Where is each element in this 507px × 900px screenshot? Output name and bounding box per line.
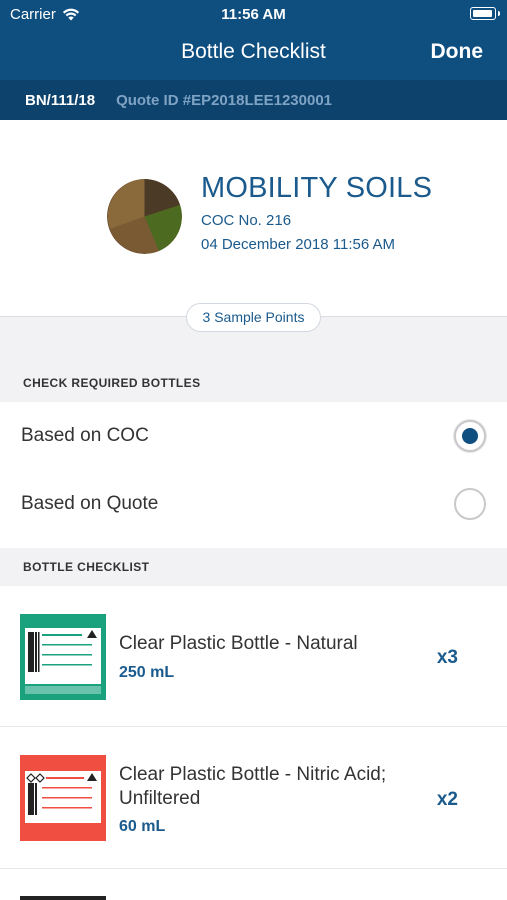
bottle-name: Clear Plastic Bottle - Nitric Acid; Unfi… — [119, 764, 387, 809]
customer-name: MOBILITY SOILS — [201, 172, 433, 204]
soil-pie-icon — [107, 179, 182, 254]
bottle-label-red-icon — [20, 755, 106, 841]
bottle-item[interactable]: Clear Plastic Bottle - Natural 250 mL x3 — [0, 586, 507, 727]
bottle-label-green-icon — [20, 614, 106, 700]
option-based-on-coc[interactable]: Based on COC — [0, 402, 507, 470]
battery-icon — [470, 7, 500, 20]
bottle-volume: 250 mL — [119, 664, 175, 681]
customer-avatar — [107, 179, 182, 254]
status-bar: Carrier 11:56 AM — [0, 0, 507, 28]
quote-subheader: BN/111/18 Quote ID #EP2018LEE1230001 — [0, 80, 507, 120]
bottle-quantity: x2 — [436, 789, 458, 810]
bottle-volume: 60 mL — [119, 818, 166, 835]
bottle-quantity: x3 — [436, 647, 458, 668]
radio-checked-icon[interactable] — [454, 420, 486, 452]
coc-date: 04 December 2018 11:56 AM — [201, 236, 396, 253]
option-based-on-quote[interactable]: Based on Quote — [0, 470, 507, 538]
done-button[interactable]: Done — [431, 40, 484, 64]
quote-id: Quote ID #EP2018LEE1230001 — [116, 91, 333, 109]
sample-points-button[interactable]: 3 Sample Points — [186, 303, 321, 332]
status-time: 11:56 AM — [221, 6, 286, 23]
bottle-name: Clear Plastic Bottle - Natural — [119, 633, 358, 654]
customer-header: MOBILITY SOILS COC No. 216 04 December 2… — [0, 120, 507, 316]
coc-number: COC No. 216 — [201, 212, 292, 229]
bottle-label-black-icon — [20, 896, 106, 900]
option-label: Based on COC — [21, 425, 149, 446]
batch-number: BN/111/18 — [25, 91, 96, 109]
radio-unchecked-icon[interactable] — [454, 488, 486, 520]
bottle-item-partial[interactable] — [0, 869, 507, 900]
navigation-bar: Carrier 11:56 AM Bottle Checklist Done — [0, 0, 507, 80]
bottle-item[interactable]: Clear Plastic Bottle - Nitric Acid; Unfi… — [0, 727, 507, 869]
option-label: Based on Quote — [21, 493, 159, 514]
bottle-checklist-header: BOTTLE CHECKLIST — [0, 548, 507, 586]
required-bottles-header: CHECK REQUIRED BOTTLES — [0, 364, 507, 402]
